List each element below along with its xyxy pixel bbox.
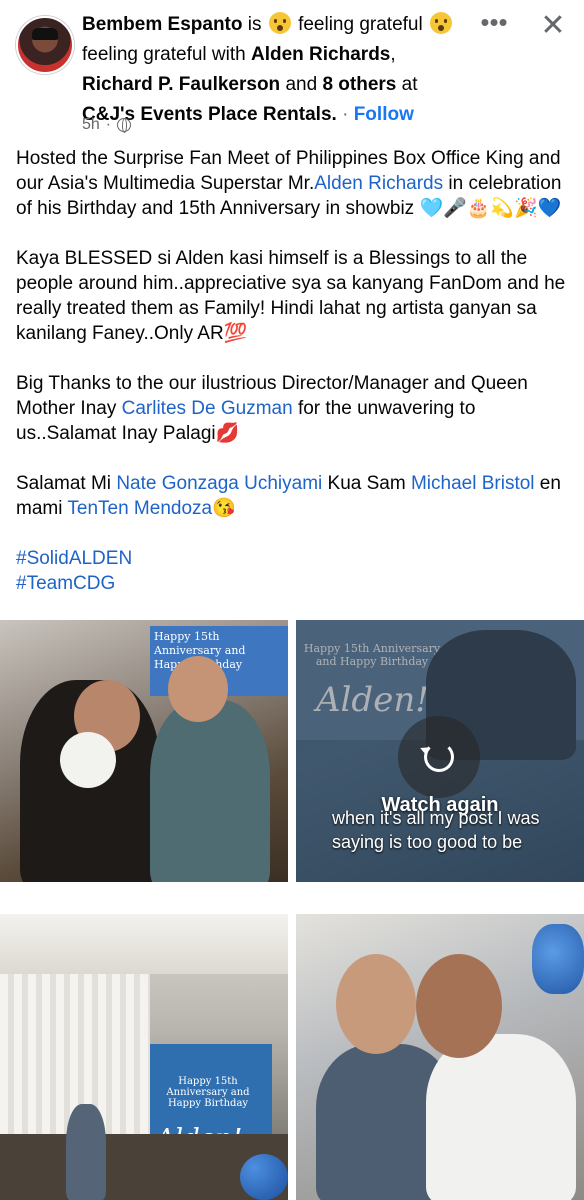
close-icon[interactable]: ✕ xyxy=(538,11,568,42)
photo-3[interactable]: Happy 15th Anniversary and Happy Birthda… xyxy=(0,914,288,1200)
feeling-text: feeling grateful xyxy=(298,14,423,35)
post-meta: 5h · xyxy=(82,116,132,134)
p4-text-b: Kua Sam xyxy=(322,473,411,494)
post-header-text: Bembem Espanto is feeling grateful feeli… xyxy=(82,10,462,130)
avatar[interactable] xyxy=(16,16,74,74)
feeling-prefix: is xyxy=(247,14,262,35)
photo3-ceiling-lights xyxy=(0,914,288,974)
tagged-others[interactable]: 8 others xyxy=(322,74,396,95)
hashtag-teamcdg[interactable]: #TeamCDG xyxy=(16,573,115,594)
grateful-emoji-icon xyxy=(268,12,291,34)
video-caption: when it's all my post I was saying is to… xyxy=(332,808,540,852)
photo4-person-right xyxy=(426,1034,576,1200)
photo3-speaker xyxy=(66,1104,106,1200)
meta-separator: · xyxy=(105,116,112,133)
photo1-flower xyxy=(60,732,116,788)
hashtag-solidalden[interactable]: #SolidALDEN xyxy=(16,548,132,569)
at-word: at xyxy=(401,74,418,95)
post-body: Hosted the Surprise Fan Meet of Philippi… xyxy=(16,146,572,596)
paragraph-3: Big Thanks to the our ilustrious Directo… xyxy=(16,371,572,446)
photo1-person-right xyxy=(150,700,270,882)
more-dots-icon[interactable]: ••• xyxy=(480,9,508,40)
feeling-with-text: feeling grateful with xyxy=(82,44,246,65)
avatar-hat xyxy=(32,28,58,40)
photo-4[interactable] xyxy=(296,914,584,1200)
replay-icon xyxy=(424,742,454,772)
author-name[interactable]: Bembem Espanto xyxy=(82,14,242,35)
photo4-person-right-face xyxy=(416,954,502,1058)
photo4-person-left-face xyxy=(336,954,416,1054)
mention-nate-gonzaga-uchiyami[interactable]: Nate Gonzaga Uchiyami xyxy=(116,473,322,494)
video-tile[interactable]: Happy 15th Anniversary and Happy Birthda… xyxy=(296,620,584,882)
photo3-banner-small: Happy 15th Anniversary and Happy Birthda… xyxy=(166,1076,250,1109)
follow-separator: · xyxy=(342,104,349,125)
photo-1[interactable]: Happy 15th Anniversary and Happy Birthda… xyxy=(0,620,288,882)
tagged-person-2[interactable]: Richard P. Faulkerson xyxy=(82,74,280,95)
photo4-balloons xyxy=(532,924,584,994)
paragraph-2: Kaya BLESSED si Alden kasi himself is a … xyxy=(16,248,566,344)
post-header: Bembem Espanto is feeling grateful feeli… xyxy=(0,0,584,140)
mention-michael-bristol[interactable]: Michael Bristol xyxy=(411,473,535,494)
p4-text-a: Salamat Mi xyxy=(16,473,117,494)
and-word: and xyxy=(285,74,318,95)
mention-tenten-mendoza[interactable]: TenTen Mendoza xyxy=(67,498,212,519)
tagged-person-1[interactable]: Alden Richards xyxy=(251,44,390,65)
replay-button[interactable] xyxy=(398,716,480,798)
paragraph-4: Salamat Mi Nate Gonzaga Uchiyami Kua Sam… xyxy=(16,471,572,521)
mention-alden-richards[interactable]: Alden Richards xyxy=(314,173,443,194)
p4-text-d: 😘 xyxy=(212,498,236,519)
paragraph-1: Hosted the Surprise Fan Meet of Philippi… xyxy=(16,146,572,221)
mention-carlites-de-guzman[interactable]: Carlites De Guzman xyxy=(122,398,293,419)
grateful-emoji-icon-2 xyxy=(430,12,452,34)
photo1-person-right-face xyxy=(168,656,228,722)
photo3-balloons xyxy=(240,1154,288,1200)
hashtags: #SolidALDEN #TeamCDG xyxy=(16,546,572,596)
follow-button[interactable]: Follow xyxy=(354,104,414,125)
post-time[interactable]: 5h xyxy=(82,116,100,134)
globe-icon xyxy=(117,118,132,133)
